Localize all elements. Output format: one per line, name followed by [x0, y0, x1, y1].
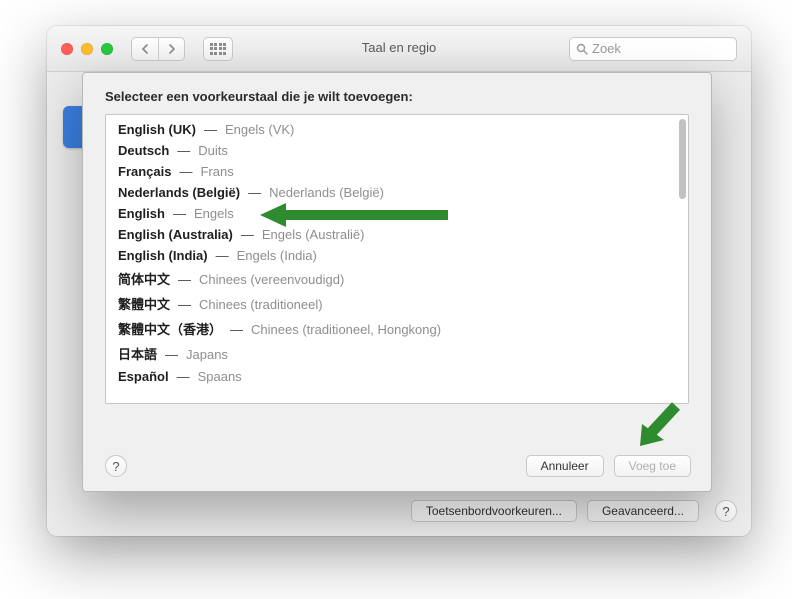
show-all-button[interactable]: [203, 37, 233, 61]
language-native: English: [118, 206, 165, 221]
zoom-icon[interactable]: [101, 43, 113, 55]
chevron-left-icon: [141, 44, 149, 54]
dash-separator: —: [165, 347, 178, 362]
grid-icon: [210, 43, 227, 55]
language-translated: Chinees (vereenvoudigd): [199, 272, 344, 287]
language-translated: Engels: [194, 206, 234, 221]
language-native: Français: [118, 164, 171, 179]
forward-button[interactable]: [158, 38, 184, 60]
search-icon: [576, 43, 588, 55]
window-bottom-buttons: Toetsenbordvoorkeuren... Geavanceerd...: [411, 500, 699, 522]
language-translated: Spaans: [198, 369, 242, 384]
dash-separator: —: [179, 164, 192, 179]
dash-separator: —: [241, 227, 254, 242]
language-row[interactable]: English — Engels: [116, 203, 678, 224]
advanced-button[interactable]: Geavanceerd...: [587, 500, 699, 522]
cancel-button[interactable]: Annuleer: [526, 455, 604, 477]
dash-separator: —: [178, 272, 191, 287]
language-row[interactable]: Español — Spaans: [116, 366, 678, 387]
search-placeholder: Zoek: [592, 41, 621, 56]
language-translated: Chinees (traditioneel): [199, 297, 323, 312]
language-row[interactable]: Deutsch — Duits: [116, 140, 678, 161]
language-translated: Engels (VK): [225, 122, 294, 137]
chevron-right-icon: [168, 44, 176, 54]
language-row[interactable]: 繁體中文 — Chinees (traditioneel): [116, 291, 678, 316]
dash-separator: —: [177, 369, 190, 384]
language-list: English (UK) — Engels (VK) Deutsch — Duits Fra…: [105, 114, 689, 404]
language-row[interactable]: 日本語 — Japans: [116, 341, 678, 366]
language-translated: Japans: [186, 347, 228, 362]
language-native: 繁體中文: [118, 294, 170, 313]
language-row[interactable]: English (India) — Engels (India): [116, 245, 678, 266]
language-native: English (Australia): [118, 227, 233, 242]
back-button[interactable]: [132, 38, 158, 60]
language-translated: Nederlands (België): [269, 185, 384, 200]
dash-separator: —: [230, 322, 243, 337]
sheet-footer: Annuleer Voeg toe: [526, 455, 691, 477]
dash-separator: —: [204, 122, 217, 137]
dash-separator: —: [216, 248, 229, 263]
scrollbar-thumb[interactable]: [679, 119, 686, 199]
language-native: English (India): [118, 248, 208, 263]
add-language-sheet: Selecteer een voorkeurstaal die je wilt …: [82, 72, 712, 492]
language-translated: Duits: [198, 143, 228, 158]
language-row[interactable]: Nederlands (België) — Nederlands (België): [116, 182, 678, 203]
language-translated: Engels (India): [237, 248, 317, 263]
language-row[interactable]: English (UK) — Engels (VK): [116, 119, 678, 140]
toolbar: Taal en regio Zoek: [47, 26, 751, 72]
add-button[interactable]: Voeg toe: [614, 455, 691, 477]
language-native: 日本語: [118, 344, 157, 363]
minimize-icon[interactable]: [81, 43, 93, 55]
sheet-help-button[interactable]: ?: [105, 455, 127, 477]
language-row[interactable]: 简体中文 — Chinees (vereenvoudigd): [116, 266, 678, 291]
nav-back-forward: [131, 37, 185, 61]
dash-separator: —: [173, 206, 186, 221]
language-row[interactable]: English (Australia) — Engels (Australië): [116, 224, 678, 245]
dash-separator: —: [178, 297, 191, 312]
language-row[interactable]: Français — Frans: [116, 161, 678, 182]
language-native: Nederlands (België): [118, 185, 240, 200]
language-native: English (UK): [118, 122, 196, 137]
language-native: Deutsch: [118, 143, 169, 158]
dash-separator: —: [248, 185, 261, 200]
language-native: 繁體中文（香港）: [118, 319, 222, 338]
language-translated: Chinees (traditioneel, Hongkong): [251, 322, 441, 337]
language-translated: Engels (Australië): [262, 227, 365, 242]
close-icon[interactable]: [61, 43, 73, 55]
sheet-heading: Selecteer een voorkeurstaal die je wilt …: [105, 89, 689, 104]
help-button[interactable]: ?: [715, 500, 737, 522]
keyboard-preferences-button[interactable]: Toetsenbordvoorkeuren...: [411, 500, 577, 522]
window-controls: [61, 43, 113, 55]
language-row[interactable]: 繁體中文（香港） — Chinees (traditioneel, Hongkong…: [116, 316, 678, 341]
search-input[interactable]: Zoek: [569, 37, 737, 61]
dash-separator: —: [177, 143, 190, 158]
language-native: Español: [118, 369, 169, 384]
language-translated: Frans: [200, 164, 233, 179]
language-native: 简体中文: [118, 269, 170, 288]
